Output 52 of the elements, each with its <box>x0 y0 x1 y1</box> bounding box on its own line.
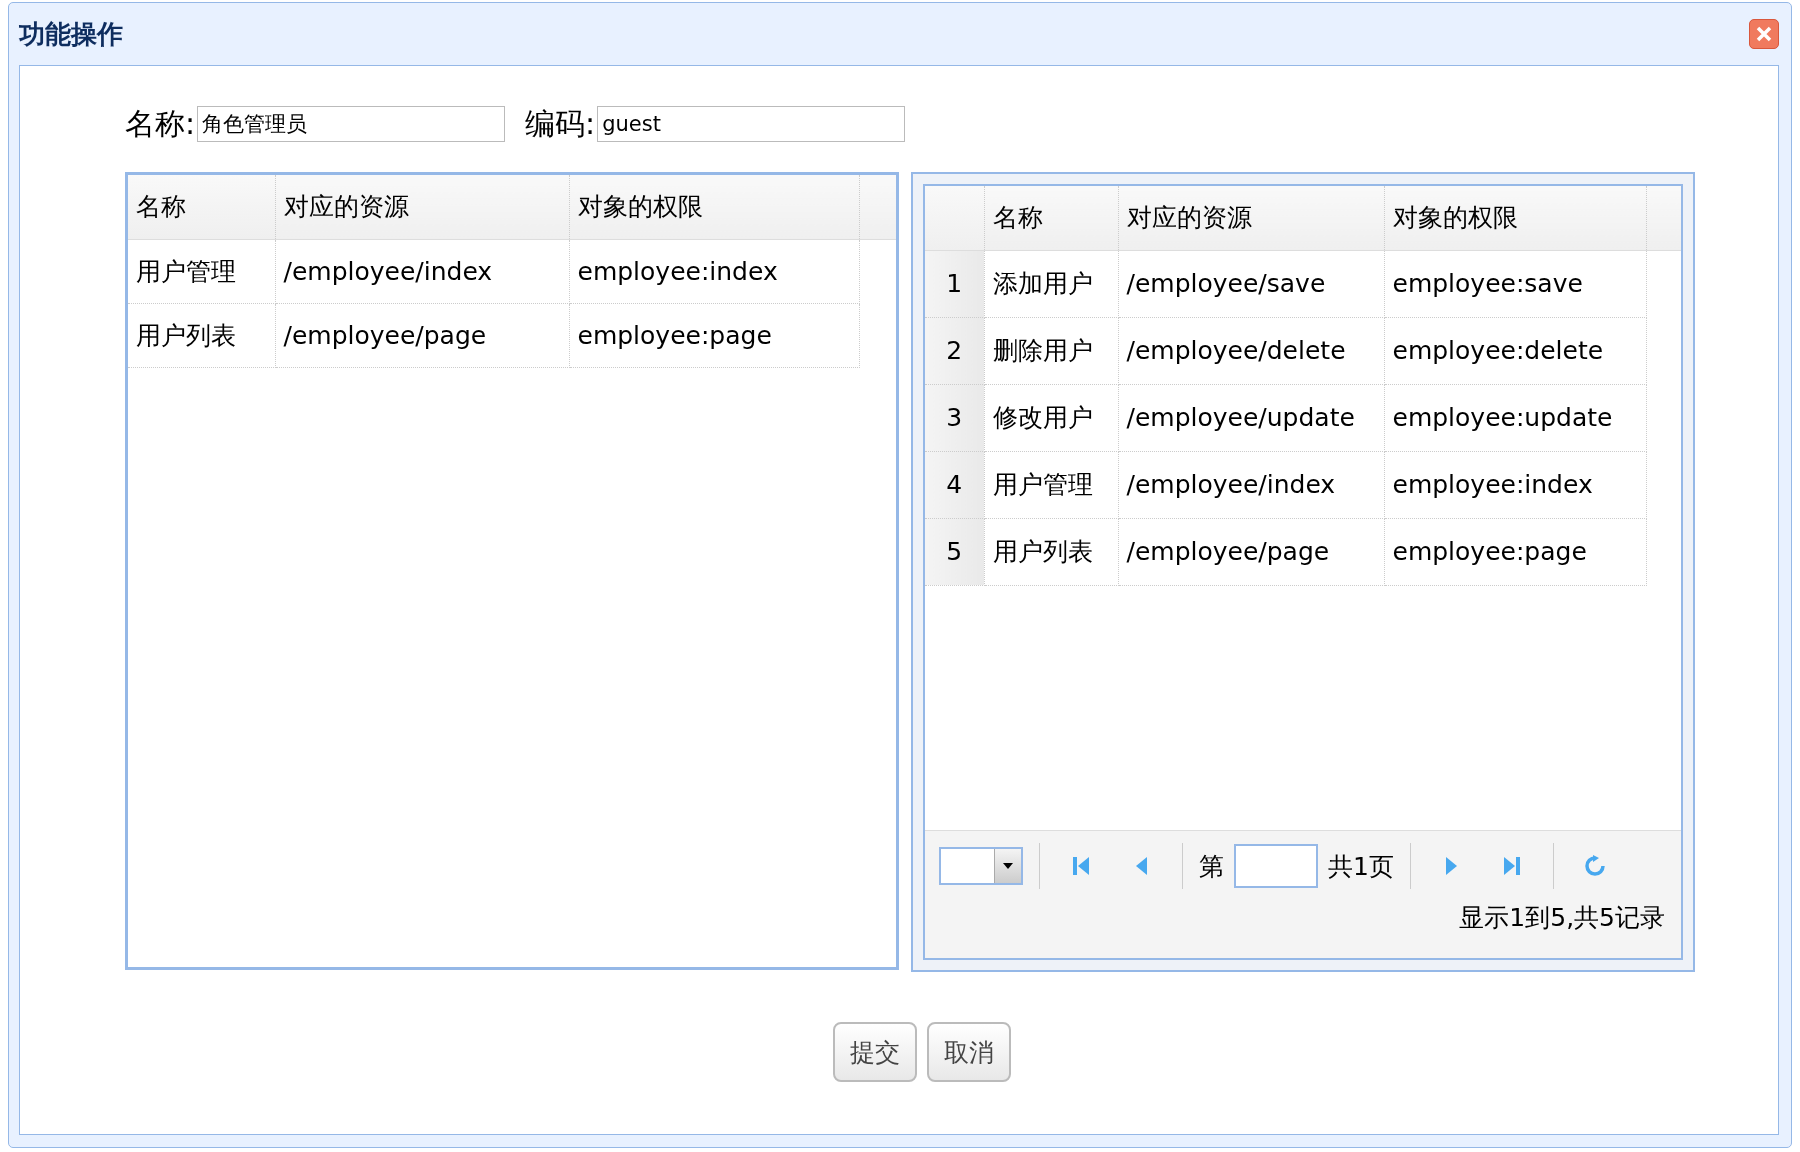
table-cell: 添加用户 <box>984 250 1118 317</box>
page-label: 第 <box>1199 850 1224 883</box>
row-number: 3 <box>925 384 984 451</box>
table-cell: employee:page <box>1384 518 1646 585</box>
window-title: 功能操作 <box>19 17 123 51</box>
table-cell: /employee/delete <box>1118 317 1384 384</box>
table-cell: 用户列表 <box>128 303 275 367</box>
last-page-icon <box>1502 856 1521 876</box>
page-number-field[interactable] <box>1234 844 1318 888</box>
row-number: 5 <box>925 518 984 585</box>
input-field[interactable]: guest <box>597 106 906 142</box>
field-label: 名称: <box>125 104 196 143</box>
input-field[interactable]: 角色管理员 <box>197 106 506 142</box>
table-cell: employee:delete <box>1384 317 1646 384</box>
page-size-select[interactable] <box>939 847 1023 885</box>
table-cell: 用户列表 <box>984 518 1118 585</box>
table-cell: /employee/update <box>1118 384 1384 451</box>
row-number: 1 <box>925 250 984 317</box>
column-header: 对象的权限 <box>569 175 859 239</box>
caret-icon <box>1003 863 1013 869</box>
table-cell: 修改用户 <box>984 384 1118 451</box>
table-cell: /employee/page <box>275 303 569 367</box>
column-header: 对应的资源 <box>1118 186 1384 250</box>
table-cell: /employee/page <box>1118 518 1384 585</box>
table-cell: employee:update <box>1384 384 1646 451</box>
column-header: 对应的资源 <box>275 175 569 239</box>
page-count: 共1页 <box>1328 850 1394 883</box>
table-cell: 删除用户 <box>984 317 1118 384</box>
column-header: 对象的权限 <box>1384 186 1646 250</box>
table-cell: employee:save <box>1384 250 1646 317</box>
cancel-button[interactable]: 取消 <box>926 1022 1011 1082</box>
submit-button[interactable]: 提交 <box>832 1022 917 1082</box>
refresh-icon <box>1583 855 1606 877</box>
table-cell: employee:page <box>569 303 859 367</box>
column-header: 名称 <box>984 186 1118 250</box>
row-number: 4 <box>925 451 984 518</box>
first-page-icon <box>1072 856 1090 876</box>
table-cell: 用户管理 <box>128 239 275 303</box>
table-cell: employee:index <box>1384 451 1646 518</box>
row-number: 2 <box>925 317 984 384</box>
close-button[interactable] <box>1749 19 1779 49</box>
table-cell: /employee/save <box>1118 250 1384 317</box>
previous-page-icon <box>1135 856 1147 876</box>
table-cell: 用户管理 <box>984 451 1118 518</box>
record-info: 显示1到5,共5记录 <box>1459 902 1665 934</box>
field-label: 编码: <box>525 104 596 143</box>
close-icon <box>1756 26 1772 42</box>
table-cell: /employee/index <box>275 239 569 303</box>
table-cell: employee:index <box>569 239 859 303</box>
table-cell: /employee/index <box>1118 451 1384 518</box>
next-page-icon <box>1445 856 1458 876</box>
column-header: 名称 <box>128 175 275 239</box>
